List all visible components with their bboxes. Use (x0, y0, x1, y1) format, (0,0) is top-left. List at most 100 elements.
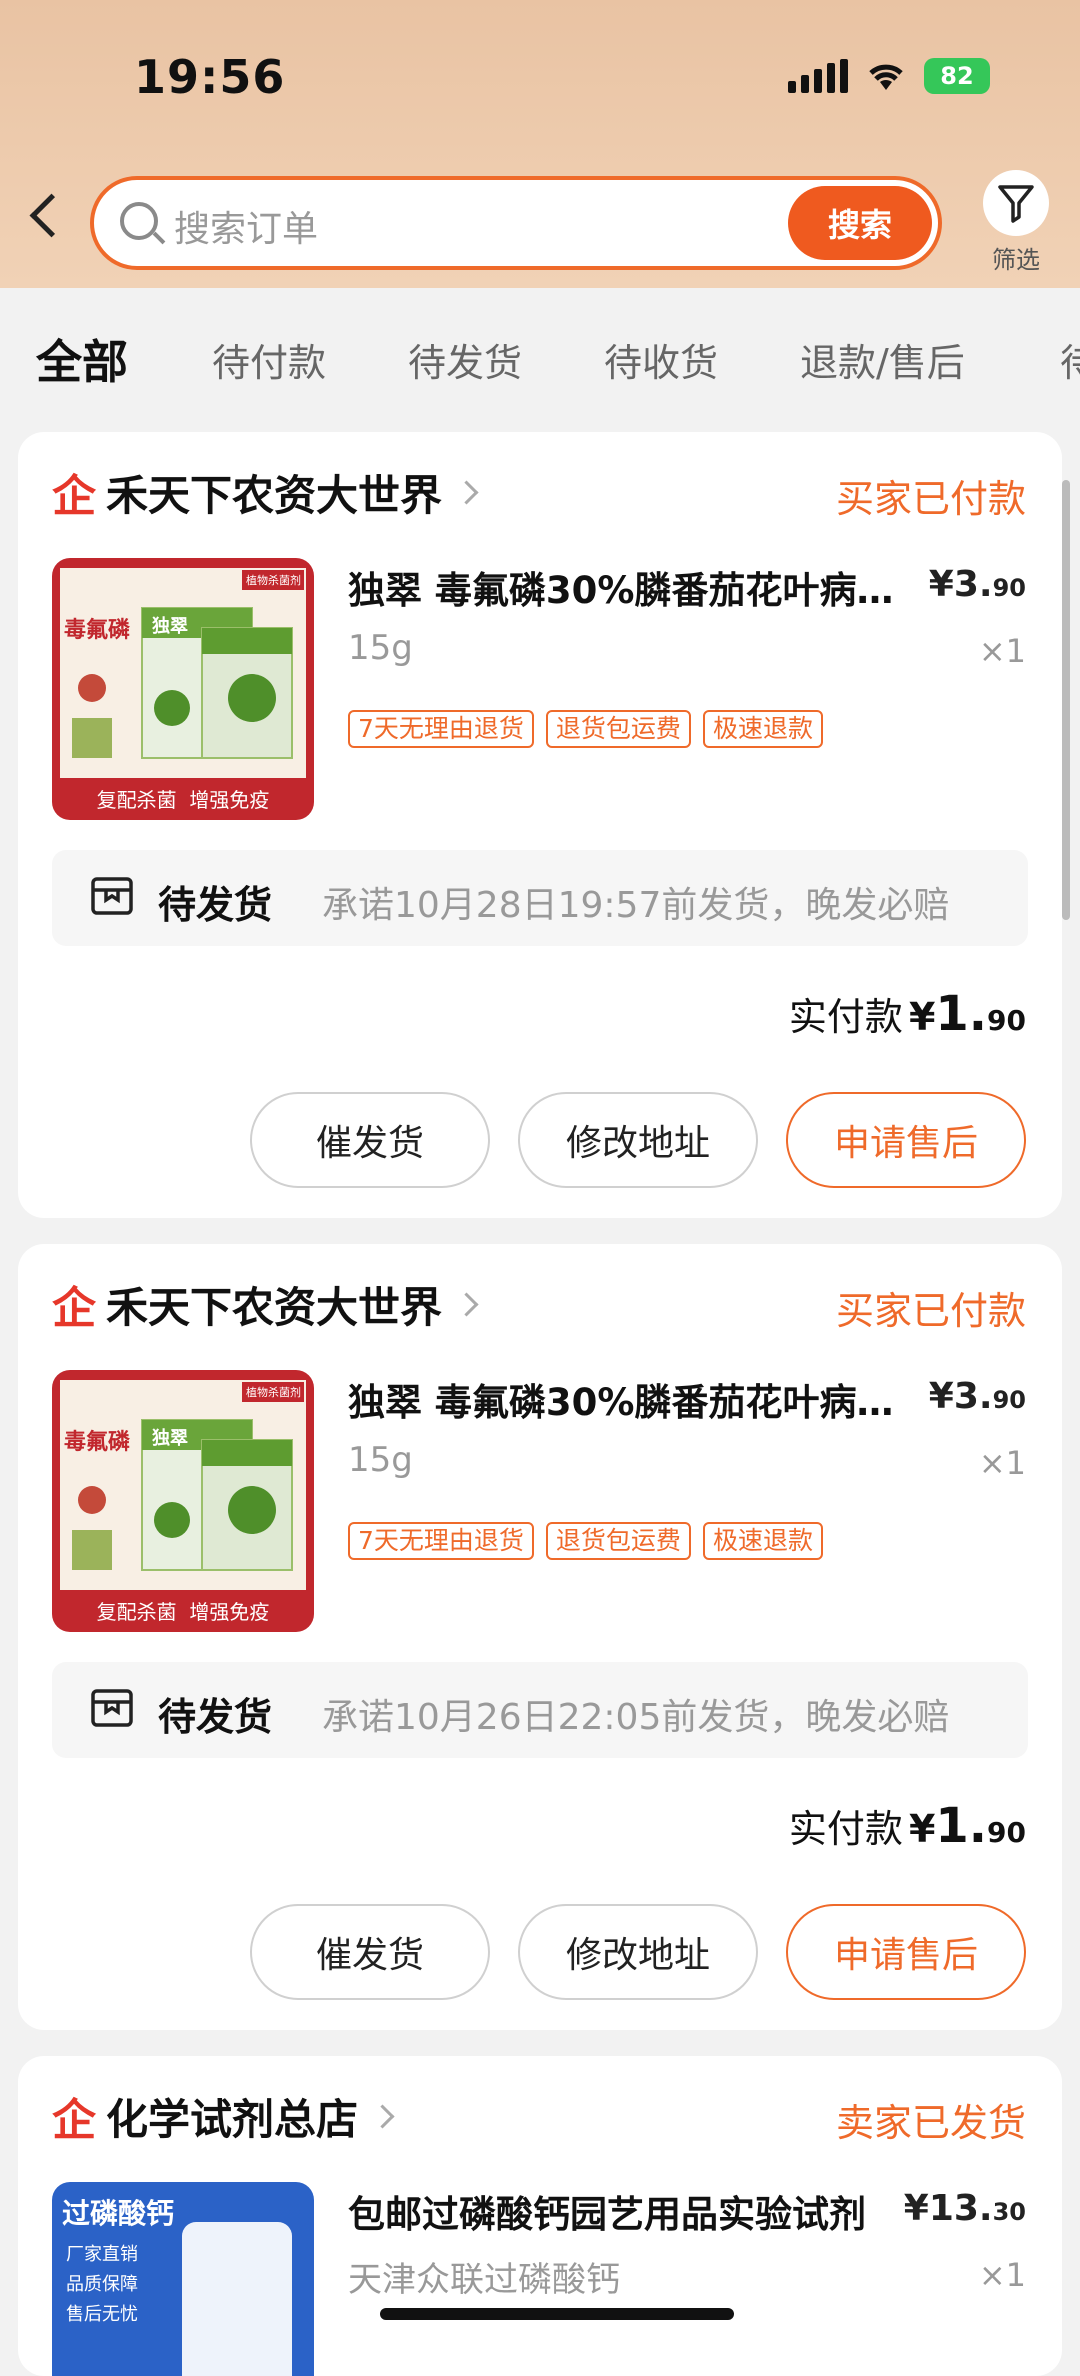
product-title[interactable]: 包邮过磷酸钙园艺用品实验试剂 (348, 2184, 908, 2238)
paid-label: 实付款 (788, 995, 903, 1039)
battery-icon: 82 (924, 58, 990, 94)
thumb-title: 过磷酸钙 (62, 2197, 175, 2230)
shop-icon: 企 (52, 471, 96, 522)
shop-link[interactable]: 企 化学试剂总店 (52, 2086, 395, 2146)
filter-icon-wrap (983, 170, 1049, 236)
price-int: 13. (928, 2188, 993, 2229)
shipping-status-bar[interactable]: 待发货 承诺10月28日19:57前发货，晚发必赔 (52, 850, 1028, 946)
battery-level: 82 (940, 62, 974, 90)
price-dec: 30 (992, 2198, 1026, 2226)
package-icon (91, 877, 133, 915)
paid-label: 实付款 (788, 1807, 903, 1851)
tab-all[interactable]: 全部 (36, 326, 128, 392)
service-tag: 7天无理由退货 (348, 710, 534, 748)
service-tags: 7天无理由退货 退货包运费 极速退款 (348, 1522, 823, 1560)
order-card[interactable]: 企 化学试剂总店 卖家已发货 过磷酸钙 厂家直销 品质保障 售后无忧 包邮过磷酸… (18, 2056, 1062, 2376)
paid-value: ¥1.90 (908, 986, 1026, 1042)
header: 19:56 82 搜索订单 搜索 筛选 (0, 0, 1080, 288)
shipping-promise: 承诺10月26日22:05前发货，晚发必赔 (322, 1697, 950, 1738)
search-button[interactable]: 搜索 (788, 186, 932, 260)
product-spec: 天津众联过磷酸钙 (348, 2260, 620, 2300)
product-image[interactable]: 过磷酸钙 厂家直销 品质保障 售后无忧 (52, 2182, 314, 2376)
chevron-right-icon (370, 2103, 395, 2129)
scrollbar[interactable] (1062, 480, 1070, 920)
filter-button[interactable]: 筛选 (980, 170, 1052, 275)
shop-link[interactable]: 企 禾天下农资大世界 (52, 1274, 479, 1334)
filter-icon (998, 185, 1034, 223)
product-price: ¥3.90 (928, 564, 1026, 605)
order-actions: 催发货 修改地址 申请售后 (250, 1904, 1026, 2000)
search-placeholder[interactable]: 搜索订单 (174, 200, 318, 252)
paid-amount: 实付款 ¥1.90 (789, 986, 1026, 1042)
tab-pending-payment[interactable]: 待付款 (212, 332, 326, 387)
service-tag: 7天无理由退货 (348, 1522, 534, 1560)
product-image[interactable]: 毒氟磷 植物杀菌剂 独翠 复配杀菌 增强免疫 (52, 1370, 314, 1632)
package-icon (91, 1689, 133, 1727)
shop-icon: 企 (52, 1283, 96, 1334)
wifi-icon (869, 64, 903, 90)
thumb-right-label: 植物杀菌剂 (246, 1386, 301, 1399)
shipping-state: 待发货 (158, 883, 273, 927)
paid-int: 1. (935, 1798, 988, 1854)
product-image[interactable]: 毒氟磷 植物杀菌剂 独翠 复配杀菌 增强免疫 (52, 558, 314, 820)
tab-pending-shipment[interactable]: 待发货 (408, 332, 522, 387)
order-status: 买家已付款 (835, 1289, 1026, 1333)
apply-aftersale-button[interactable]: 申请售后 (786, 1904, 1026, 2000)
shop-name: 禾天下农资大世界 (106, 470, 443, 520)
order-status: 卖家已发货 (835, 2101, 1026, 2145)
product-price: ¥13.30 (903, 2188, 1026, 2229)
order-card[interactable]: 企 禾天下农资大世界 买家已付款 毒氟磷 植物杀菌剂 独翠 复配杀菌 增强免疫 … (18, 432, 1062, 1218)
paid-int: 1. (935, 986, 988, 1042)
tab-partial[interactable]: 待 (1060, 332, 1080, 387)
product-qty: ×1 (978, 2256, 1026, 2294)
thumb-right-label: 植物杀菌剂 (246, 574, 301, 587)
cellular-signal-icon (788, 59, 848, 93)
thumb-brand: 独翠 (152, 1428, 188, 1449)
order-card[interactable]: 企 禾天下农资大世界 买家已付款 毒氟磷 植物杀菌剂 独翠 复配杀菌 增强免疫 … (18, 1244, 1062, 2030)
urge-shipment-button[interactable]: 催发货 (250, 1904, 490, 2000)
modify-address-button[interactable]: 修改地址 (518, 1904, 758, 2000)
apply-aftersale-button[interactable]: 申请售后 (786, 1092, 1026, 1188)
service-tag: 退货包运费 (545, 1522, 691, 1560)
status-icons: 82 (788, 58, 990, 94)
shipping-state: 待发货 (158, 1695, 273, 1739)
urge-shipment-button[interactable]: 催发货 (250, 1092, 490, 1188)
tab-refund-aftersale[interactable]: 退款/售后 (800, 332, 965, 387)
thumb-line: 售后无忧 (66, 2304, 138, 2325)
shipping-status-bar[interactable]: 待发货 承诺10月26日22:05前发货，晚发必赔 (52, 1662, 1028, 1758)
thumb-left-title: 毒氟磷 (64, 618, 131, 643)
order-actions: 催发货 修改地址 申请售后 (250, 1092, 1026, 1188)
product-qty: ×1 (978, 632, 1026, 670)
search-icon (120, 202, 158, 240)
shop-icon: 企 (52, 2095, 96, 2146)
product-price: ¥3.90 (928, 1376, 1026, 1417)
paid-dec: 90 (987, 1004, 1026, 1037)
thumb-footer: 复配杀菌 增强免疫 (96, 788, 270, 812)
product-image-graphic (52, 558, 314, 820)
product-image-graphic (52, 1370, 314, 1632)
service-tag: 退货包运费 (545, 710, 691, 748)
price-int: 3. (953, 1376, 993, 1417)
tab-pending-receipt[interactable]: 待收货 (604, 332, 718, 387)
paid-amount: 实付款 ¥1.90 (789, 1798, 1026, 1854)
order-tabs: 全部 待付款 待发货 待收货 退款/售后 待 (0, 288, 1080, 430)
thumb-footer: 复配杀菌 增强免疫 (96, 1600, 270, 1624)
home-indicator (380, 2308, 734, 2320)
shop-name: 化学试剂总店 (106, 2094, 359, 2144)
product-title[interactable]: 独翠 毒氟磷30%膦番茄花叶病毒专用药剂 (348, 560, 908, 614)
thumb-line: 品质保障 (66, 2274, 138, 2295)
paid-value: ¥1.90 (908, 1798, 1026, 1854)
status-time: 19:56 (134, 50, 286, 104)
thumb-line: 厂家直销 (66, 2244, 138, 2265)
filter-label: 筛选 (992, 246, 1040, 274)
order-status: 买家已付款 (835, 477, 1026, 521)
price-dec: 90 (992, 574, 1026, 602)
thumb-brand: 独翠 (152, 616, 188, 637)
product-qty: ×1 (978, 1444, 1026, 1482)
search-bar[interactable]: 搜索订单 搜索 (90, 176, 942, 270)
product-title[interactable]: 独翠 毒氟磷30%膦番茄花叶病毒专用药剂 (348, 1372, 908, 1426)
shop-link[interactable]: 企 禾天下农资大世界 (52, 462, 479, 522)
service-tags: 7天无理由退货 退货包运费 极速退款 (348, 710, 823, 748)
back-arrow-icon[interactable] (29, 193, 74, 238)
modify-address-button[interactable]: 修改地址 (518, 1092, 758, 1188)
